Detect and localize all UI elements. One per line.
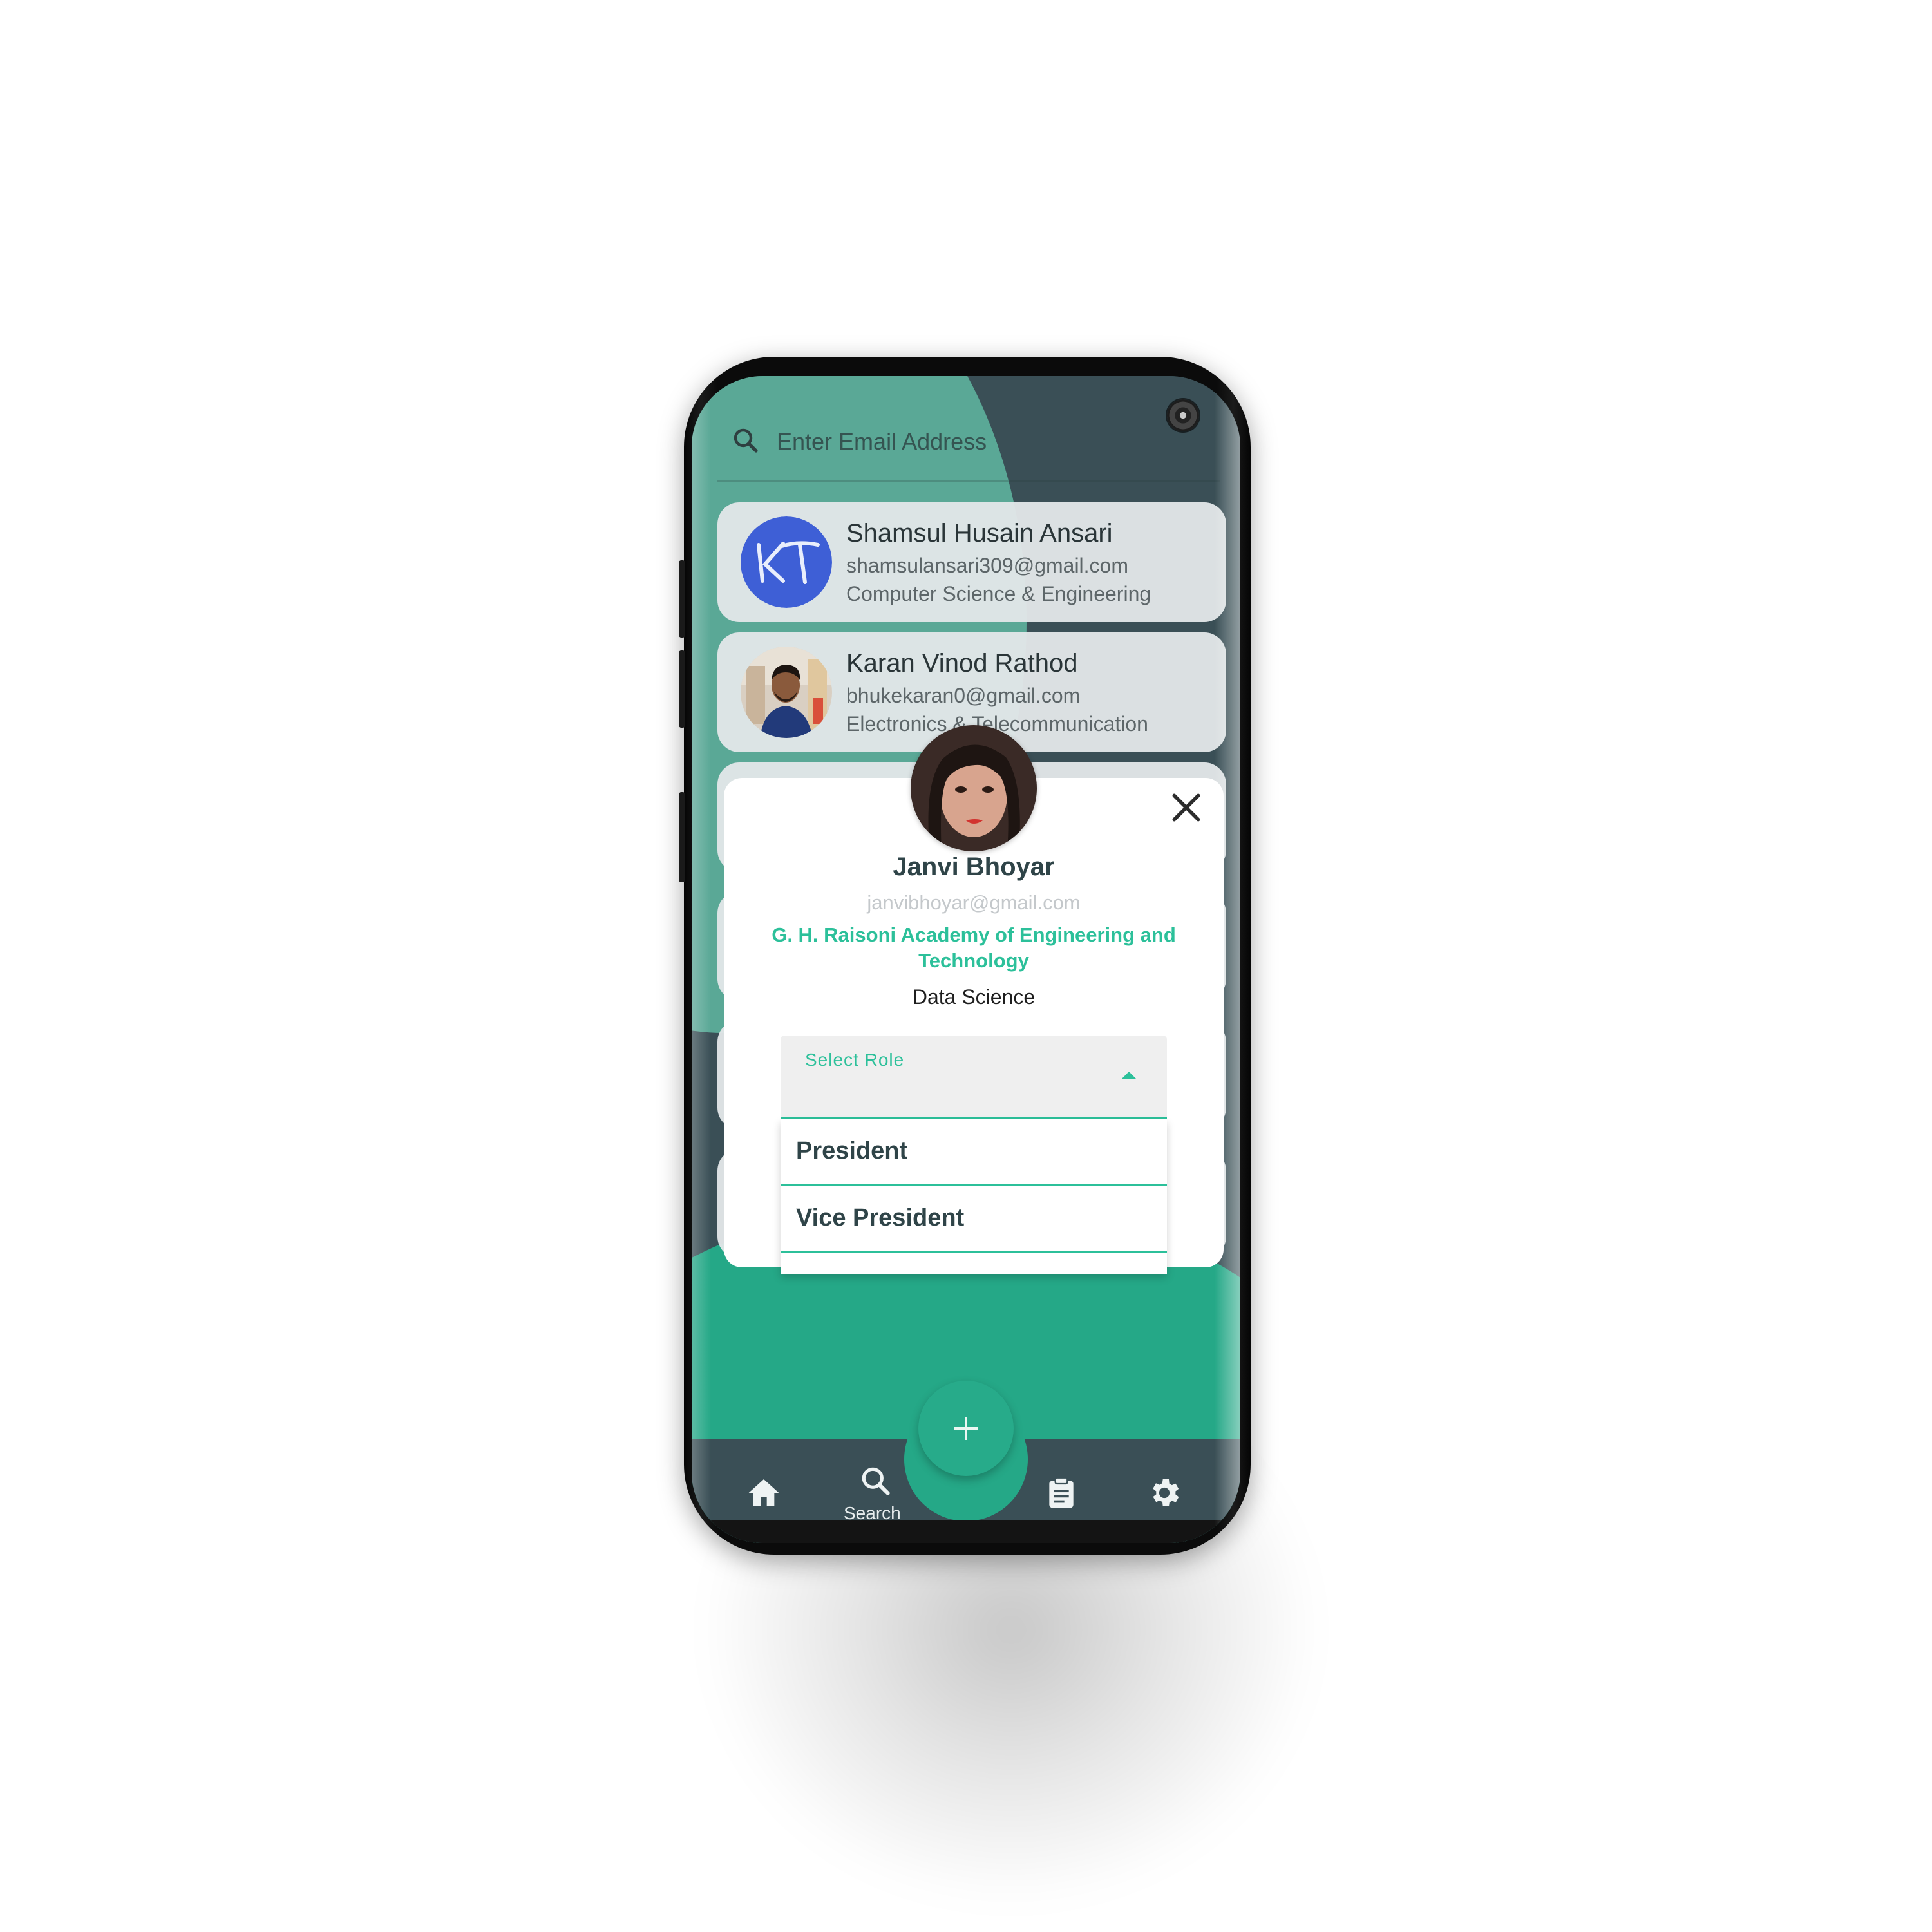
kt-logo-icon — [741, 516, 832, 608]
role-select[interactable]: Select Role — [781, 1036, 1167, 1119]
close-icon[interactable] — [1168, 790, 1204, 826]
avatar — [911, 725, 1037, 851]
add-button[interactable] — [918, 1381, 1014, 1476]
front-camera — [1167, 399, 1199, 431]
avatar — [741, 647, 832, 738]
role-select-label: Select Role — [805, 1050, 905, 1070]
caret-up-icon — [1122, 1072, 1136, 1079]
role-option-vice-president[interactable]: Vice President — [781, 1186, 1167, 1253]
bixby-button — [679, 792, 685, 882]
search-icon — [862, 1467, 890, 1495]
dialog-user-name: Janvi Bhoyar — [893, 853, 1055, 881]
user-department: Computer Science & Engineering — [846, 582, 1151, 605]
user-name: Shamsul Husain Ansari — [846, 519, 1113, 547]
avatar — [741, 516, 832, 608]
search-icon[interactable] — [730, 425, 761, 456]
nav-settings[interactable] — [1136, 1458, 1194, 1529]
clipboard-icon — [1049, 1477, 1074, 1508]
dialog-college: G. H. Raisoni Academy of Engineering and… — [772, 923, 1176, 972]
volume-button — [679, 650, 685, 728]
user-photo — [741, 647, 832, 738]
user-name: Karan Vinod Rathod — [846, 649, 1078, 677]
screen-edge-highlight — [1215, 376, 1240, 1543]
mockup-stage: Shamsul Husain Ansari shamsulansari309@g… — [0, 0, 1932, 1932]
user-email: bhukekaran0@gmail.com — [846, 684, 1081, 707]
role-dropdown-menu: President Vice President — [781, 1119, 1167, 1274]
nav-search[interactable]: Search — [831, 1458, 921, 1529]
role-option-label: President — [796, 1137, 908, 1164]
home-icon — [748, 1479, 779, 1506]
user-photo — [911, 725, 1037, 851]
search-bar — [717, 399, 1220, 482]
nav-home[interactable] — [737, 1458, 795, 1529]
phone-screen: Shamsul Husain Ansari shamsulansari309@g… — [692, 376, 1240, 1543]
user-detail-dialog: Janvi Bhoyar janvibhoyar@gmail.com G. H.… — [724, 725, 1224, 1274]
role-option-president[interactable]: President — [781, 1119, 1167, 1186]
user-email: shamsulansari309@gmail.com — [846, 554, 1128, 577]
user-card[interactable]: Shamsul Husain Ansari shamsulansari309@g… — [717, 502, 1226, 622]
dialog-user-email: janvibhoyar@gmail.com — [867, 891, 1081, 914]
nav-clipboard[interactable] — [1033, 1458, 1091, 1529]
gear-icon — [1153, 1479, 1179, 1506]
search-input[interactable] — [775, 419, 1164, 465]
dialog-branch: Data Science — [912, 985, 1036, 1009]
device-bottom-bezel — [692, 1520, 1240, 1543]
volume-button — [679, 560, 685, 638]
screen-edge-highlight — [692, 376, 711, 1543]
role-option-label: Vice President — [796, 1204, 965, 1231]
